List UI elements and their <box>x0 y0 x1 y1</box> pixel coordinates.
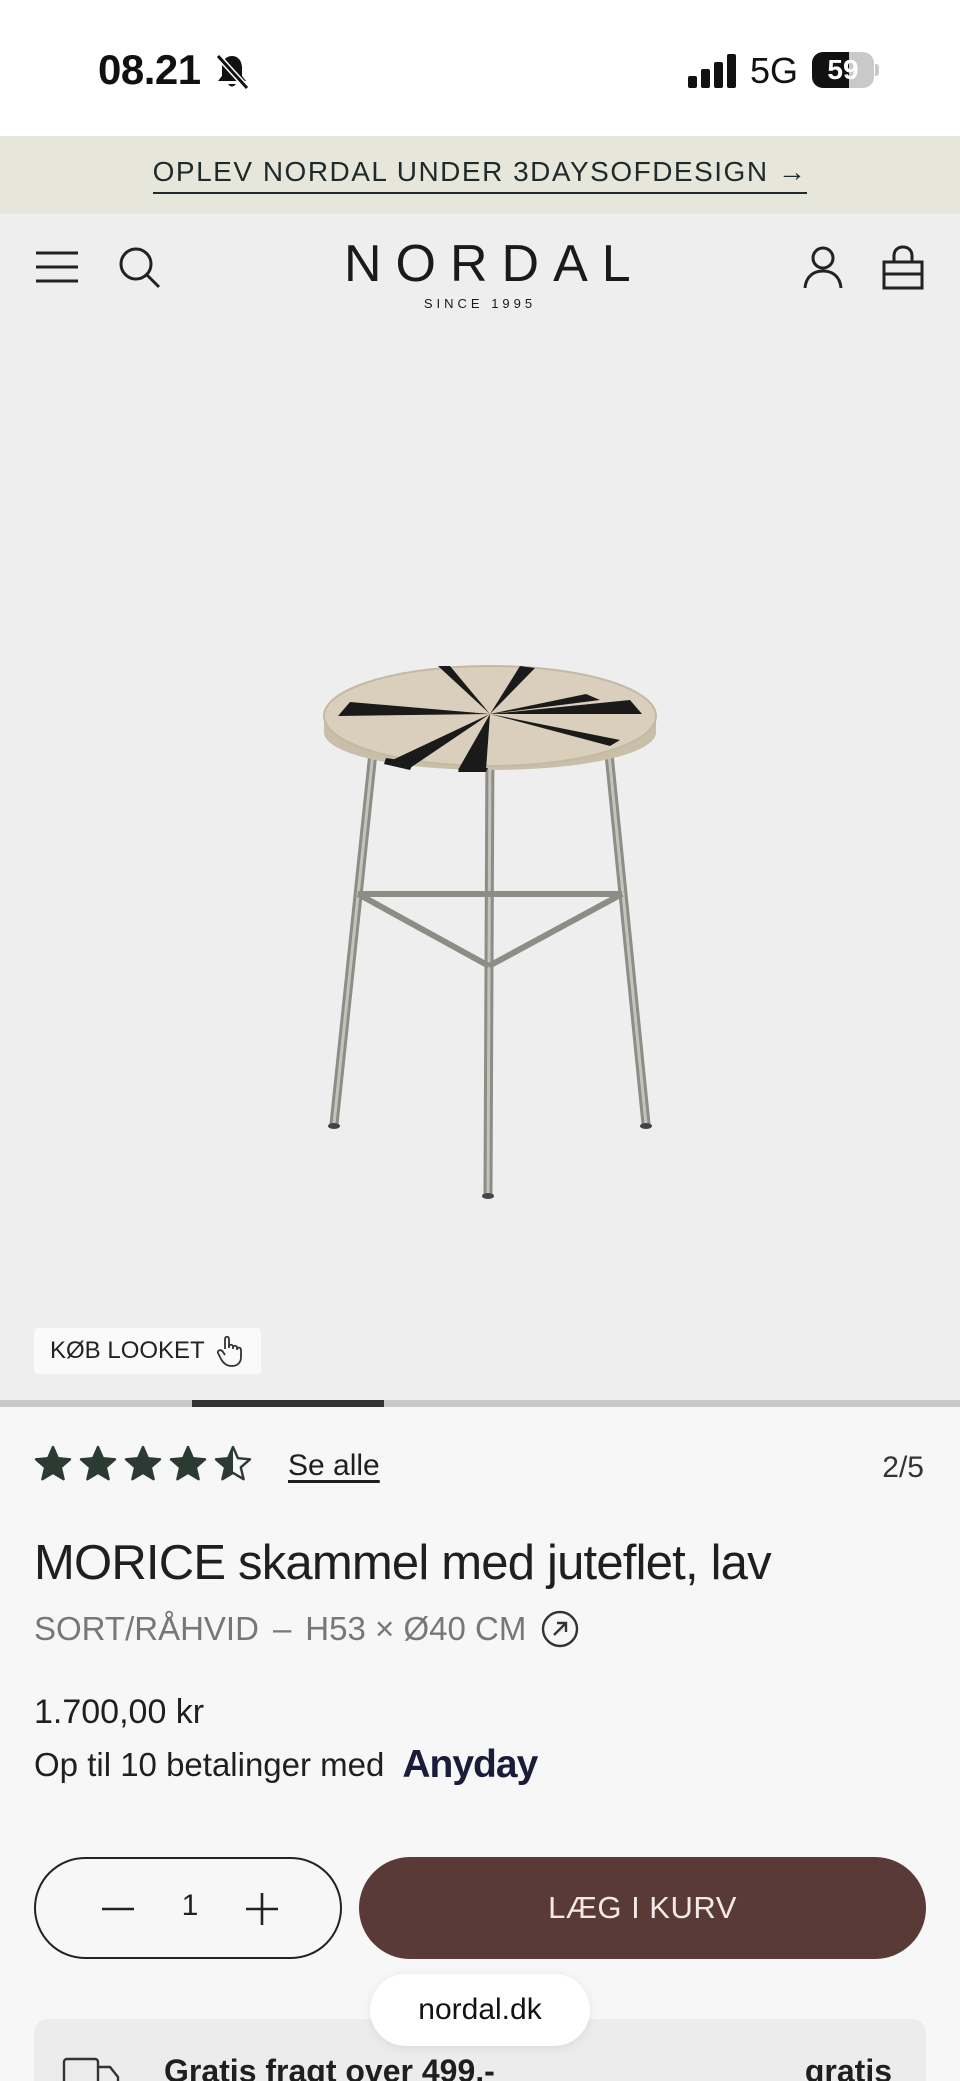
installments-text: Op til 10 betalinger med <box>34 1746 385 1783</box>
gallery-progress-indicator <box>192 1400 384 1407</box>
star-icon <box>214 1445 252 1481</box>
gallery-progress-track <box>0 1400 960 1407</box>
quantity-stepper: 1 <box>34 1857 342 1959</box>
shipping-value: gratis <box>804 2053 892 2081</box>
signal-icon <box>688 54 736 88</box>
variant-color: SORT/RÅHVID <box>34 1610 259 1647</box>
anyday-logo: Anyday <box>402 1743 538 1786</box>
promo-link[interactable]: OPLEV NORDAL UNDER 3DAYSOFDESIGN → <box>152 156 808 194</box>
shop-the-look-label: KØB LOOKET <box>50 1337 205 1364</box>
rating-stars[interactable] <box>34 1445 252 1483</box>
add-to-cart-button[interactable]: LÆG I KURV <box>359 1857 926 1959</box>
account-icon[interactable] <box>800 244 846 290</box>
star-icon <box>79 1445 117 1481</box>
variant-dimensions: H53 × Ø40 CM <box>305 1610 527 1647</box>
cart-icon[interactable] <box>880 244 926 290</box>
shipping-text: Gratis fragt over 499,- <box>164 2053 495 2081</box>
battery-icon: 59 <box>812 52 879 88</box>
quantity-value[interactable]: 1 <box>36 1889 344 1923</box>
star-icon <box>124 1445 162 1481</box>
variant-line: SORT/RÅHVID – H53 × Ø40 CM <box>34 1609 580 1649</box>
see-all-reviews-link[interactable]: Se alle <box>288 1449 380 1483</box>
status-bar: 08.21 5G 59 <box>0 0 960 136</box>
battery-level: 59 <box>827 54 859 85</box>
product-price: 1.700,00 kr <box>34 1693 205 1731</box>
variant-separator: – <box>272 1610 292 1647</box>
logo-tagline: SINCE 1995 <box>423 296 537 311</box>
plus-icon[interactable] <box>242 1889 282 1929</box>
product-gallery[interactable]: KØB LOOKET <box>0 324 960 1400</box>
browser-url-bar[interactable]: nordal.dk <box>370 1974 590 2046</box>
menu-icon[interactable] <box>34 244 80 290</box>
logo[interactable]: NORDAL SINCE 1995 <box>330 234 645 311</box>
star-icon <box>169 1445 207 1481</box>
promo-bar: OPLEV NORDAL UNDER 3DAYSOFDESIGN → <box>0 136 960 214</box>
site-header: NORDAL SINCE 1995 <box>0 214 960 324</box>
status-time: 08.21 <box>98 46 201 93</box>
external-link-icon[interactable] <box>540 1609 580 1649</box>
bell-muted-icon <box>215 53 250 91</box>
star-icon <box>34 1445 72 1481</box>
product-title: MORICE skammel med juteflet, lav <box>34 1536 772 1590</box>
shop-the-look-button[interactable]: KØB LOOKET <box>34 1328 261 1374</box>
truck-icon <box>62 2057 120 2081</box>
logo-wordmark: NORDAL <box>344 235 645 293</box>
installments-info: Op til 10 betalinger med Anyday <box>34 1743 538 1787</box>
hand-pointer-icon <box>216 1335 242 1367</box>
search-icon[interactable] <box>116 244 162 290</box>
product-image[interactable] <box>290 654 690 1214</box>
network-label: 5G <box>750 50 799 91</box>
slide-counter: 2/5 <box>882 1451 924 1484</box>
